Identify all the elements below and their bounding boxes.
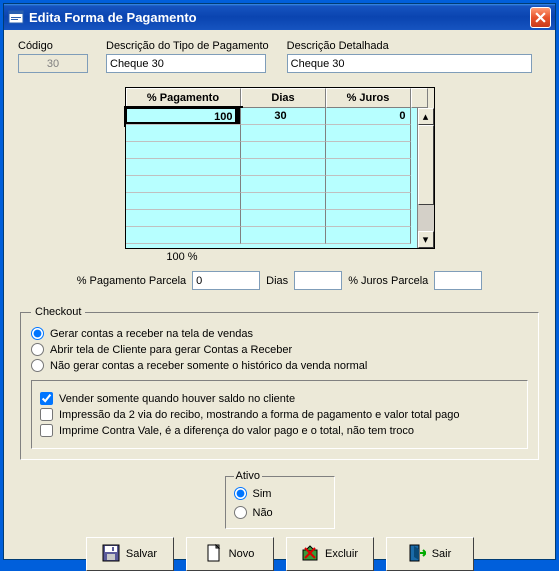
checkout-group: Checkout Gerar contas a receber na tela … bbox=[20, 306, 539, 460]
radio-label: Gerar contas a receber na tela de vendas bbox=[50, 328, 253, 340]
salvar-button[interactable]: Salvar bbox=[86, 537, 174, 571]
table-row[interactable] bbox=[126, 142, 434, 159]
juros-parcela-input[interactable] bbox=[434, 271, 482, 290]
table-row[interactable] bbox=[126, 193, 434, 210]
check-label: Vender somente quando houver saldo no cl… bbox=[59, 393, 295, 405]
checkout-options: Vender somente quando houver saldo no cl… bbox=[31, 380, 528, 449]
codigo-label: Código bbox=[18, 40, 88, 52]
cell-pag: 100 bbox=[127, 109, 235, 122]
grid-footer: 100 % bbox=[125, 249, 240, 263]
ativo-group: Ativo Sim Não bbox=[225, 470, 335, 529]
parcela-row: % Pagamento Parcela Dias % Juros Parcela bbox=[18, 271, 541, 290]
radio-ativo-sim[interactable] bbox=[234, 487, 247, 500]
dias-parcela-label: Dias bbox=[266, 275, 288, 287]
close-button[interactable] bbox=[530, 7, 551, 28]
new-icon bbox=[205, 544, 223, 565]
pag-parcela-label: % Pagamento Parcela bbox=[77, 275, 186, 287]
novo-button[interactable]: Novo bbox=[186, 537, 274, 571]
table-row[interactable] bbox=[126, 210, 434, 227]
radio-label: Não bbox=[253, 507, 273, 519]
tipo-input[interactable] bbox=[106, 54, 266, 73]
juros-parcela-label: % Juros Parcela bbox=[348, 275, 428, 287]
save-icon bbox=[102, 544, 120, 565]
grid: % Pagamento Dias % Juros 100 30 0 bbox=[125, 87, 435, 263]
top-fields: Código Descrição do Tipo de Pagamento De… bbox=[18, 40, 541, 73]
titlebar: Edita Forma de Pagamento bbox=[4, 4, 555, 30]
radio-label: Abrir tela de Cliente para gerar Contas … bbox=[50, 344, 292, 356]
scroll-down-icon[interactable]: ▾ bbox=[418, 231, 434, 248]
check-saldo-cliente[interactable] bbox=[40, 392, 53, 405]
cell-dias: 30 bbox=[241, 108, 326, 125]
col-pagamento: % Pagamento bbox=[126, 88, 241, 108]
col-juros: % Juros bbox=[326, 88, 411, 108]
exit-icon bbox=[408, 544, 426, 565]
window-title: Edita Forma de Pagamento bbox=[29, 10, 530, 25]
radio-abrir-cliente[interactable] bbox=[31, 343, 44, 356]
table-row[interactable] bbox=[126, 227, 434, 244]
table-row[interactable]: 100 30 0 bbox=[126, 108, 434, 125]
client-area: Código Descrição do Tipo de Pagamento De… bbox=[6, 32, 553, 557]
excluir-button[interactable]: Excluir bbox=[286, 537, 374, 571]
button-label: Salvar bbox=[126, 548, 157, 560]
radio-label: Sim bbox=[253, 488, 272, 500]
col-scroll-spacer bbox=[411, 88, 428, 108]
grid-scrollbar[interactable]: ▴ ▾ bbox=[417, 108, 434, 248]
codigo-input bbox=[18, 54, 88, 73]
button-label: Novo bbox=[229, 548, 255, 560]
check-label: Imprime Contra Vale, é a diferença do va… bbox=[59, 425, 414, 437]
button-row: Salvar Novo Excluir Sair bbox=[18, 537, 541, 571]
check-segunda-via[interactable] bbox=[40, 408, 53, 421]
col-dias: Dias bbox=[241, 88, 326, 108]
detalhada-label: Descrição Detalhada bbox=[287, 40, 532, 52]
detalhada-input[interactable] bbox=[287, 54, 532, 73]
sair-button[interactable]: Sair bbox=[386, 537, 474, 571]
window: Edita Forma de Pagamento Código Descriçã… bbox=[3, 3, 556, 560]
check-contra-vale[interactable] bbox=[40, 424, 53, 437]
delete-icon bbox=[301, 544, 319, 565]
check-label: Impressão da 2 via do recibo, mostrando … bbox=[59, 409, 460, 421]
dias-parcela-input[interactable] bbox=[294, 271, 342, 290]
scroll-thumb[interactable] bbox=[418, 125, 434, 205]
button-label: Sair bbox=[432, 548, 452, 560]
table-row[interactable] bbox=[126, 159, 434, 176]
app-icon bbox=[8, 9, 24, 25]
checkout-legend: Checkout bbox=[31, 306, 85, 318]
scroll-up-icon[interactable]: ▴ bbox=[418, 108, 434, 125]
cell-juros: 0 bbox=[326, 108, 411, 125]
grid-header: % Pagamento Dias % Juros bbox=[126, 88, 434, 108]
radio-label: Não gerar contas a receber somente o his… bbox=[50, 360, 367, 372]
radio-gerar-vendas[interactable] bbox=[31, 327, 44, 340]
radio-ativo-nao[interactable] bbox=[234, 506, 247, 519]
ativo-legend: Ativo bbox=[234, 470, 262, 482]
pag-parcela-input[interactable] bbox=[192, 271, 260, 290]
table-row[interactable] bbox=[126, 125, 434, 142]
table-row[interactable] bbox=[126, 176, 434, 193]
button-label: Excluir bbox=[325, 548, 358, 560]
tipo-label: Descrição do Tipo de Pagamento bbox=[106, 40, 269, 52]
radio-nao-gerar[interactable] bbox=[31, 359, 44, 372]
